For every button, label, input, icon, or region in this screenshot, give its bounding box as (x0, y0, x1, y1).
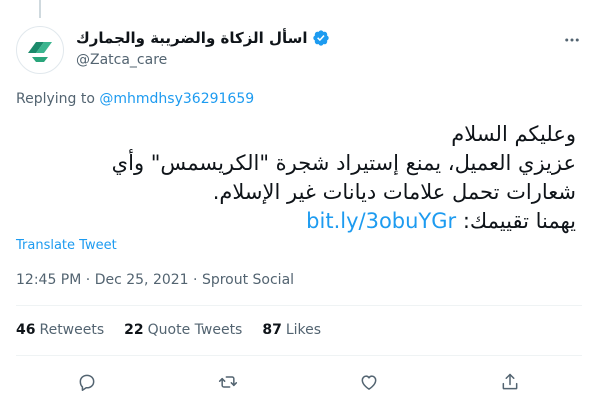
tweet-source[interactable]: Sprout Social (202, 272, 294, 288)
avatar[interactable] (16, 26, 64, 74)
meta-separator: · (193, 272, 198, 288)
reply-icon[interactable] (69, 364, 105, 400)
tweet-link[interactable]: bit.ly/3obuYGr (306, 209, 456, 233)
share-icon[interactable] (492, 364, 528, 400)
tweet-header: اسأل الزكاة والضريبة والجمارك @Zatca_car… (16, 26, 582, 74)
translate-tweet-link[interactable]: Translate Tweet (16, 238, 117, 253)
thread-connector (39, 0, 41, 18)
reply-mention-link[interactable]: @mhmdhsy36291659 (99, 91, 254, 107)
divider (16, 305, 582, 306)
retweets-stat[interactable]: 46 Retweets (16, 322, 104, 338)
quotes-count: 22 (124, 322, 144, 338)
like-icon[interactable] (351, 364, 387, 400)
replying-to: Replying to @mhmdhsy36291659 (16, 91, 254, 107)
likes-count: 87 (262, 322, 282, 338)
account-names: اسأل الزكاة والضريبة والجمارك @Zatca_car… (76, 28, 330, 68)
tweet-line: عزيزي العميل، يمنع إستيراد شجرة "الكريسم… (111, 151, 576, 175)
account-handle[interactable]: @Zatca_care (76, 52, 330, 68)
tweet-link-line: يهمنا تقييمك: bit.ly/3obuYGr (16, 207, 576, 236)
verified-badge-icon (312, 29, 330, 47)
likes-label: Likes (285, 322, 322, 338)
more-icon[interactable] (562, 30, 582, 50)
quotes-label: Quote Tweets (147, 322, 243, 338)
tweet-date[interactable]: Dec 25, 2021 (95, 272, 189, 288)
zatca-logo (28, 42, 52, 62)
retweets-count: 46 (16, 322, 36, 338)
replying-label: Replying to (16, 91, 95, 107)
retweet-icon[interactable] (210, 364, 246, 400)
link-prefix: يهمنا تقييمك: (462, 209, 576, 233)
likes-stat[interactable]: 87 Likes (262, 322, 321, 338)
tweet-line: وعليكم السلام (451, 122, 576, 146)
tweet-text: وعليكم السلام عزيزي العميل، يمنع إستيراد… (16, 120, 576, 236)
tweet-time[interactable]: 12:45 PM (16, 272, 81, 288)
tweet-stats: 46 Retweets 22 Quote Tweets 87 Likes (16, 322, 321, 338)
meta-separator: · (85, 272, 91, 288)
divider (16, 355, 582, 356)
display-name[interactable]: اسأل الزكاة والضريبة والجمارك (76, 29, 308, 47)
quote-tweets-stat[interactable]: 22 Quote Tweets (124, 322, 242, 338)
retweets-label: Retweets (39, 322, 105, 338)
tweet-line: شعارات تحمل علامات ديانات غير الإسلام. (212, 180, 576, 204)
tweet-meta: 12:45 PM · Dec 25, 2021 · Sprout Social (16, 272, 294, 288)
tweet-actions (0, 364, 594, 400)
